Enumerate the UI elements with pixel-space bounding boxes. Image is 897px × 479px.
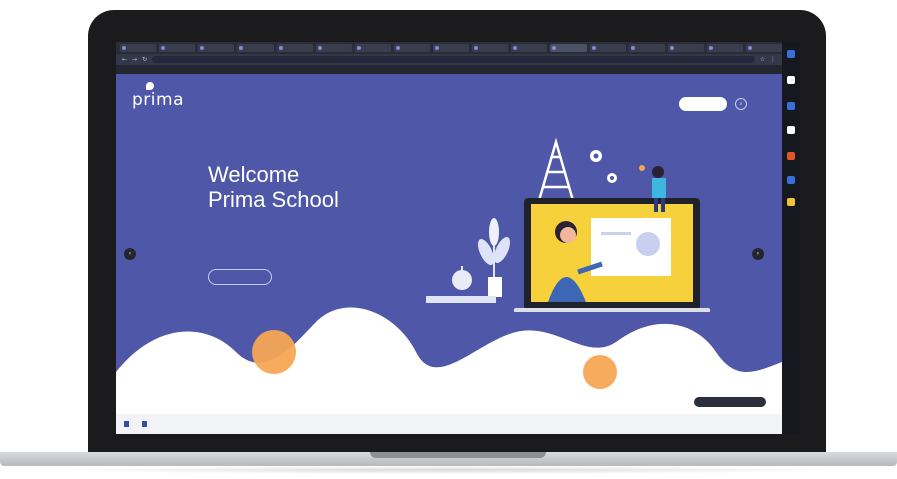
browser-tab[interactable] xyxy=(354,44,391,52)
laptop-mockup: ← → ↻ ☆ ⋮ prima ⌕ Welcome Prima School ‹… xyxy=(0,0,897,479)
laptop-notch xyxy=(370,452,546,458)
tab-favicon-icon xyxy=(474,46,479,50)
dock-app-icon[interactable] xyxy=(787,102,795,110)
tab-favicon-icon xyxy=(748,46,752,50)
side-dock xyxy=(782,42,800,434)
tab-favicon-icon xyxy=(395,46,400,50)
file-icon xyxy=(142,421,147,427)
reload-icon[interactable]: ↻ xyxy=(142,56,147,63)
tab-favicon-icon xyxy=(278,46,283,50)
dock-app-icon[interactable] xyxy=(787,176,795,184)
tab-favicon-icon xyxy=(435,46,439,50)
download-bar xyxy=(116,414,782,434)
browser-tab[interactable] xyxy=(315,44,352,52)
browser-tab[interactable] xyxy=(120,44,157,52)
menu-dots-icon[interactable]: ⋮ xyxy=(770,56,776,63)
forward-icon[interactable]: → xyxy=(132,56,137,63)
tab-favicon-icon xyxy=(552,46,557,50)
dock-app-icon[interactable] xyxy=(787,50,795,58)
tab-favicon-icon xyxy=(356,46,361,50)
hero-title: Welcome Prima School xyxy=(208,162,339,212)
slider-prev-icon[interactable]: ‹ xyxy=(124,248,136,260)
tab-favicon-icon xyxy=(122,46,126,50)
file-icon xyxy=(124,421,129,427)
laptop-shadow xyxy=(40,466,857,474)
tab-favicon-icon xyxy=(239,46,244,50)
cta-button[interactable] xyxy=(679,97,727,111)
dock-app-icon[interactable] xyxy=(787,126,795,134)
tab-favicon-icon xyxy=(669,46,674,50)
tab-favicon-icon xyxy=(630,46,635,50)
browser-tab[interactable] xyxy=(433,44,470,52)
logo-icon xyxy=(146,82,154,90)
laptop-screen: ← → ↻ ☆ ⋮ prima ⌕ Welcome Prima School ‹… xyxy=(116,42,782,434)
browser-tab[interactable] xyxy=(746,44,782,52)
tab-favicon-icon xyxy=(513,46,518,50)
whatsapp-chip[interactable] xyxy=(694,397,766,407)
browser-tab-bar xyxy=(116,42,782,54)
download-item[interactable] xyxy=(124,421,132,427)
star-icon[interactable]: ☆ xyxy=(760,56,765,63)
browser-tab[interactable] xyxy=(276,44,313,52)
dock-app-icon[interactable] xyxy=(787,198,795,206)
browser-tab[interactable] xyxy=(667,44,704,52)
browser-tab[interactable] xyxy=(393,44,430,52)
browser-tab[interactable] xyxy=(550,44,587,52)
browser-tab[interactable] xyxy=(511,44,548,52)
download-item[interactable] xyxy=(142,421,150,427)
browser-tab[interactable] xyxy=(159,44,196,52)
tab-favicon-icon xyxy=(200,46,205,50)
dock-app-icon[interactable] xyxy=(787,76,795,84)
browser-tab[interactable] xyxy=(198,44,235,52)
tab-favicon-icon xyxy=(161,46,166,50)
tab-favicon-icon xyxy=(591,46,596,50)
search-icon[interactable]: ⌕ xyxy=(735,98,747,110)
tab-favicon-icon xyxy=(708,46,713,50)
hero-title-line-1: Welcome xyxy=(208,162,300,187)
url-input[interactable] xyxy=(152,56,755,63)
site-logo[interactable]: prima xyxy=(132,90,184,110)
dock-app-icon[interactable] xyxy=(787,152,795,160)
hero-waves xyxy=(116,307,782,434)
browser-address-bar: ← → ↻ ☆ ⋮ xyxy=(116,54,782,65)
slider-next-icon[interactable]: › xyxy=(752,248,764,260)
browser-tab[interactable] xyxy=(706,44,743,52)
hero-title-line-2: Prima School xyxy=(208,187,339,212)
browser-tab[interactable] xyxy=(237,44,274,52)
gear-icon xyxy=(590,150,617,183)
ladder-icon xyxy=(536,137,576,205)
tab-favicon-icon xyxy=(317,46,322,50)
back-icon[interactable]: ← xyxy=(122,56,127,63)
browser-tab[interactable] xyxy=(589,44,626,52)
browser-tab[interactable] xyxy=(628,44,665,52)
wp-admin-bar xyxy=(116,65,782,74)
browser-tab[interactable] xyxy=(472,44,509,52)
